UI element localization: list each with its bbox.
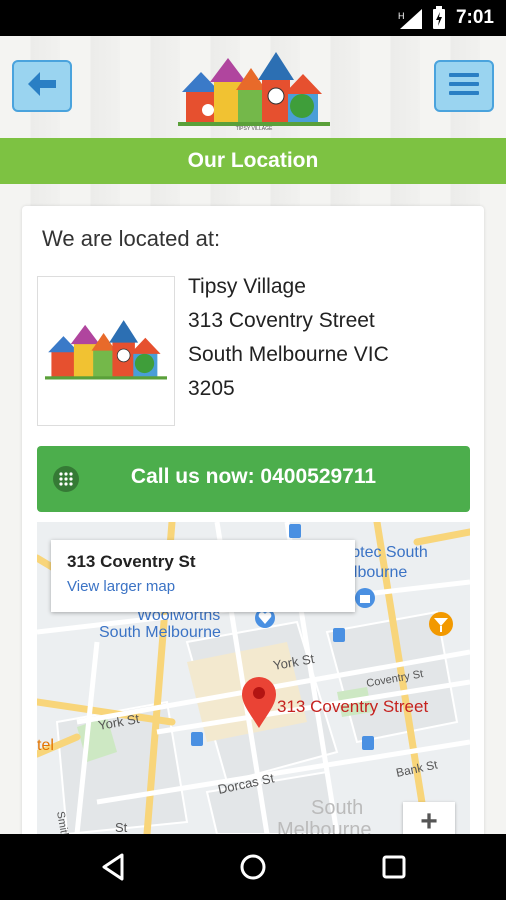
map-info-title: 313 Coventry St (67, 552, 196, 571)
nav-back-icon[interactable] (96, 850, 130, 884)
tipsy-village-logo-thumbnail (45, 313, 167, 390)
app-header: TIPSY VILLAGE (0, 36, 506, 138)
back-button[interactable] (12, 60, 72, 112)
address-line: Tipsy Village (188, 275, 306, 298)
battery-icon (432, 6, 446, 35)
address-line: 313 Coventry Street (188, 309, 375, 332)
zoom-in-button[interactable]: + (403, 802, 455, 834)
plus-icon: + (420, 805, 438, 834)
menu-button[interactable] (434, 60, 494, 112)
signal-icon: H (398, 9, 424, 34)
location-intro: We are located at: (42, 226, 221, 251)
store-thumbnail (37, 276, 175, 426)
svg-text:TIPSY VILLAGE: TIPSY VILLAGE (236, 126, 273, 132)
cocktail-icon (429, 612, 453, 636)
arrow-left-icon (26, 70, 58, 103)
page-title: Our Location (0, 138, 506, 184)
status-bar: H 7:01 (0, 0, 506, 36)
hamburger-menu-icon (449, 72, 479, 101)
address-line: 3205 (188, 377, 235, 400)
system-nav-bar (0, 834, 506, 900)
map-pin-label: 313 Coventry Street (277, 697, 428, 716)
call-button[interactable]: Call us now: 0400529711 (37, 446, 470, 512)
clock: 7:01 (455, 7, 494, 28)
shopping-bag-icon (355, 588, 375, 608)
call-button-label: Call us now: 0400529711 (130, 465, 377, 488)
nav-home-icon[interactable] (236, 850, 270, 884)
nav-recents-icon[interactable] (377, 850, 411, 884)
map-label-tel: tel (37, 737, 54, 754)
address-block: Tipsy Village 313 Coventry Street South … (188, 270, 389, 406)
address-line: South Melbourne VIC (188, 343, 389, 366)
map-label-melbourne-bottom: Melbourne (277, 819, 372, 834)
google-map[interactable]: orptec South elbourne Woolworths South M… (37, 522, 470, 834)
map-label-south-bottom: South (311, 797, 363, 819)
map-info-card: 313 Coventry St View larger map (51, 540, 355, 612)
map-label-st-bottom: St (115, 820, 128, 834)
view-larger-map-link[interactable]: View larger map (67, 578, 339, 595)
tipsy-village-logo: TIPSY VILLAGE (178, 44, 330, 132)
map-label-south-melbourne: South Melbourne (99, 624, 221, 641)
svg-text:H: H (398, 11, 405, 21)
